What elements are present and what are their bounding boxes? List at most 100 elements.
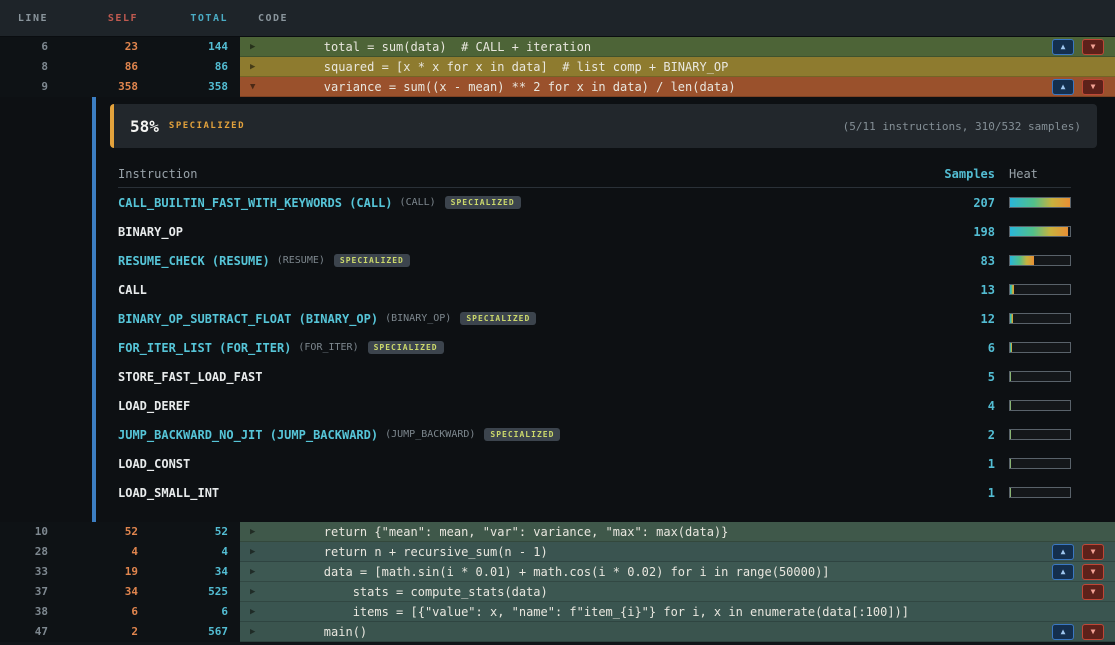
instruction-column-header: Instruction	[118, 167, 925, 181]
move-up-button[interactable]: ▲	[1052, 624, 1074, 640]
instruction-name-cell: CALL_BUILTIN_FAST_WITH_KEYWORDS (CALL)(C…	[118, 196, 925, 210]
instruction-row: BINARY_OP_SUBTRACT_FLOAT (BINARY_OP)(BIN…	[118, 304, 1071, 333]
instruction-samples: 12	[925, 312, 995, 326]
move-down-button[interactable]: ▼	[1082, 39, 1104, 55]
expand-icon[interactable]: ▶	[250, 522, 266, 542]
move-down-button[interactable]: ▼	[1082, 79, 1104, 95]
move-up-button[interactable]: ▲	[1052, 39, 1074, 55]
specialized-percent: 58%	[130, 117, 159, 136]
instruction-samples: 83	[925, 254, 995, 268]
code-cell[interactable]: ▶ total = sum(data) # CALL + iteration ▲ ▼	[240, 37, 1115, 57]
instruction-name: FOR_ITER_LIST (FOR_ITER)	[118, 341, 291, 355]
code-text: return n + recursive_sum(n - 1)	[266, 545, 548, 559]
total-samples: 86	[150, 57, 240, 77]
code-cell[interactable]: ▼ variance = sum((x - mean) ** 2 for x i…	[240, 77, 1115, 97]
line-number: 9	[0, 77, 60, 97]
instruction-row: CALL_BUILTIN_FAST_WITH_KEYWORDS (CALL)(C…	[118, 188, 1071, 217]
instruction-base-opcode: (JUMP_BACKWARD)	[385, 429, 475, 440]
expand-icon[interactable]: ▶	[250, 542, 266, 562]
expand-icon[interactable]: ▶	[250, 562, 266, 582]
instruction-row: RESUME_CHECK (RESUME)(RESUME)SPECIALIZED…	[118, 246, 1071, 275]
expand-icon[interactable]: ▶	[250, 37, 266, 57]
self-samples: 4	[60, 542, 150, 562]
heat-bar-fill	[1010, 314, 1013, 323]
heat-bar-fill	[1010, 285, 1014, 294]
expand-icon[interactable]: ▶	[250, 622, 266, 642]
move-up-button[interactable]: ▲	[1052, 564, 1074, 580]
heat-bar	[1009, 458, 1071, 469]
heat-bar-fill	[1010, 430, 1011, 439]
move-down-button[interactable]: ▼	[1082, 564, 1104, 580]
code-row: 3866▶ items = [{"value": x, "name": f"it…	[0, 602, 1115, 622]
instruction-samples: 13	[925, 283, 995, 297]
total-samples: 358	[150, 77, 240, 97]
specialized-badge: SPECIALIZED	[445, 196, 521, 209]
specialized-badge: SPECIALIZED	[334, 254, 410, 267]
total-samples: 52	[150, 522, 240, 542]
instruction-table-header: Instruction Samples Heat	[118, 160, 1071, 188]
self-samples: 358	[60, 77, 150, 97]
instruction-name: CALL	[118, 283, 147, 297]
collapse-icon[interactable]: ▼	[250, 77, 266, 97]
instruction-name: RESUME_CHECK (RESUME)	[118, 254, 270, 268]
heat-bar-fill	[1010, 372, 1011, 381]
column-header-total: TOTAL	[150, 13, 240, 24]
instruction-rows: CALL_BUILTIN_FAST_WITH_KEYWORDS (CALL)(C…	[118, 188, 1071, 507]
expand-icon[interactable]: ▶	[250, 582, 266, 602]
heat-bar-fill	[1010, 459, 1011, 468]
heat-bar-fill	[1010, 256, 1034, 265]
code-cell[interactable]: ▶ squared = [x * x for x in data] # list…	[240, 57, 1115, 77]
specialized-badge: SPECIALIZED	[484, 428, 560, 441]
column-header-code: CODE	[240, 13, 1115, 24]
instruction-row: STORE_FAST_LOAD_FAST5	[118, 362, 1071, 391]
code-row: 3734525▶ stats = compute_stats(data)▼	[0, 582, 1115, 602]
move-up-button[interactable]: ▲	[1052, 79, 1074, 95]
code-cell[interactable]: ▶ return n + recursive_sum(n - 1) ▲ ▼	[240, 542, 1115, 562]
instruction-name-cell: FOR_ITER_LIST (FOR_ITER)(FOR_ITER)SPECIA…	[118, 341, 925, 355]
move-down-button[interactable]: ▼	[1082, 544, 1104, 560]
instruction-name-cell: STORE_FAST_LOAD_FAST	[118, 370, 925, 384]
instruction-name: LOAD_DEREF	[118, 399, 190, 413]
move-up-button[interactable]: ▲	[1052, 544, 1074, 560]
total-samples: 6	[150, 602, 240, 622]
code-cell[interactable]: ▶ items = [{"value": x, "name": f"item_{…	[240, 602, 1115, 622]
heat-bar	[1009, 197, 1071, 208]
specialization-stats: (5/11 instructions, 310/532 samples)	[843, 120, 1081, 133]
code-row: 331934▶ data = [math.sin(i * 0.01) + mat…	[0, 562, 1115, 582]
specialized-label: SPECIALIZED	[169, 121, 245, 131]
code-cell[interactable]: ▶ data = [math.sin(i * 0.01) + math.cos(…	[240, 562, 1115, 582]
column-header-row: LINE SELF TOTAL CODE	[0, 0, 1115, 37]
heat-bar-fill	[1010, 227, 1068, 236]
code-text: variance = sum((x - mean) ** 2 for x in …	[266, 80, 736, 94]
code-cell[interactable]: ▶ main()▲▼	[240, 622, 1115, 642]
total-samples: 525	[150, 582, 240, 602]
expand-icon[interactable]: ▶	[250, 602, 266, 622]
heat-bar	[1009, 313, 1071, 324]
self-samples: 86	[60, 57, 150, 77]
heat-bar	[1009, 429, 1071, 440]
code-row: 105252▶ return {"mean": mean, "var": var…	[0, 522, 1115, 542]
code-cell[interactable]: ▶ return {"mean": mean, "var": variance,…	[240, 522, 1115, 542]
specialized-badge: SPECIALIZED	[460, 312, 536, 325]
code-row: 2844▶ return n + recursive_sum(n - 1)▲▼	[0, 542, 1115, 562]
instruction-samples: 6	[925, 341, 995, 355]
heat-column-header: Heat	[1009, 167, 1071, 181]
move-down-button[interactable]: ▼	[1082, 624, 1104, 640]
instruction-name-cell: BINARY_OP_SUBTRACT_FLOAT (BINARY_OP)(BIN…	[118, 312, 925, 326]
instruction-samples: 5	[925, 370, 995, 384]
instruction-row: JUMP_BACKWARD_NO_JIT (JUMP_BACKWARD)(JUM…	[118, 420, 1071, 449]
move-down-button[interactable]: ▼	[1082, 584, 1104, 600]
expand-icon[interactable]: ▶	[250, 57, 266, 77]
code-text: stats = compute_stats(data)	[266, 585, 548, 599]
heat-bar	[1009, 255, 1071, 266]
code-cell[interactable]: ▶ stats = compute_stats(data) ▼	[240, 582, 1115, 602]
code-text: total = sum(data) # CALL + iteration	[266, 40, 591, 54]
instruction-row: LOAD_SMALL_INT1	[118, 478, 1071, 507]
self-samples: 2	[60, 622, 150, 642]
code-text: data = [math.sin(i * 0.01) + math.cos(i …	[266, 565, 830, 579]
line-number: 37	[0, 582, 60, 602]
instruction-row: CALL 13	[118, 275, 1071, 304]
self-samples: 6	[60, 602, 150, 622]
column-header-self: SELF	[60, 13, 150, 24]
code-row: 472567▶ main()▲▼	[0, 622, 1115, 642]
